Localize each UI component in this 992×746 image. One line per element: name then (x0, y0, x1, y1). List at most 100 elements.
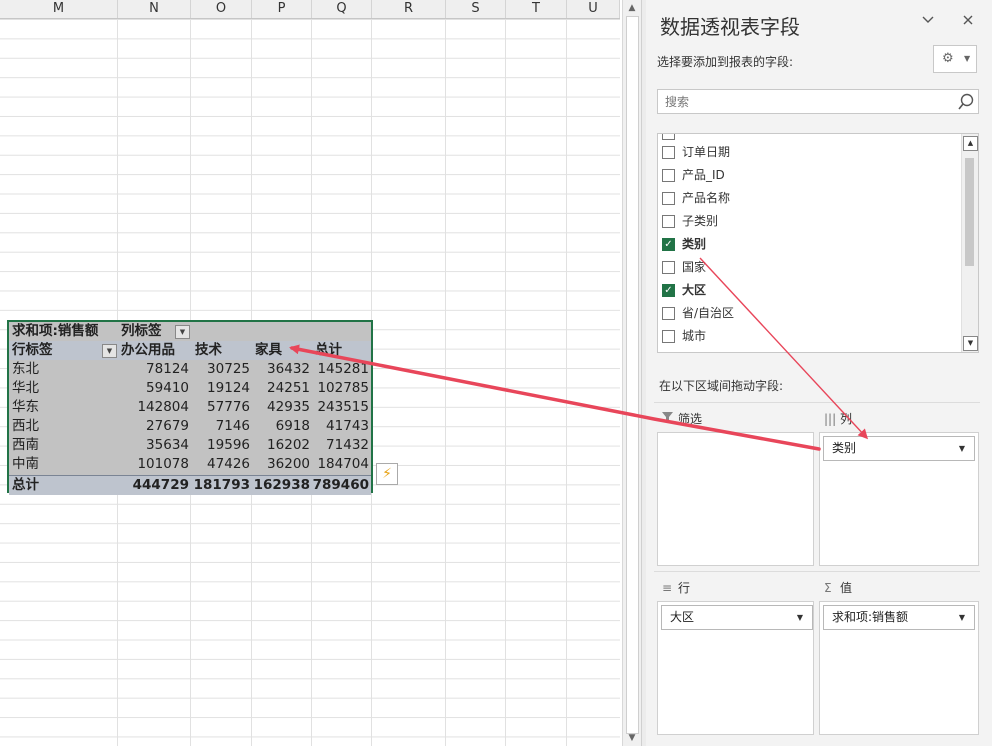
checkbox-icon[interactable] (662, 330, 675, 343)
pivot-value-cell: 24251 (267, 380, 310, 396)
scroll-thumb[interactable] (965, 158, 974, 266)
chip-label: 大区 (670, 610, 695, 624)
pivot-total-label: 总计 (12, 477, 39, 493)
panel-title: 数据透视表字段 (660, 15, 800, 39)
column-header-m[interactable]: M (0, 0, 118, 18)
column-header-q[interactable]: Q (312, 0, 372, 18)
pivot-table[interactable]: 求和项:销售额 列标签 ▼ 行标签 ▼ 办公用品 技术 家具 总计 东北 7812… (7, 320, 373, 495)
rows-icon: ≡ (662, 581, 673, 595)
pivot-total-row[interactable]: 总计 444729 181793 162938 789460 (9, 475, 371, 495)
column-header-o[interactable]: O (191, 0, 252, 18)
pivot-header-row-2: 行标签 ▼ 办公用品 技术 家具 总计 (9, 341, 371, 360)
chevron-down-icon[interactable]: ▼ (959, 437, 965, 460)
close-icon[interactable] (958, 12, 978, 32)
pivot-value-cell: 59410 (146, 380, 189, 396)
column-header-r[interactable]: R (372, 0, 446, 18)
field-label: 大区 (682, 283, 707, 297)
scroll-up-icon[interactable]: ▲ (963, 136, 978, 151)
pivot-data-row[interactable]: 华东 142804 57776 42935 243515 (9, 398, 371, 417)
tools-button[interactable]: ⚙ ▼ (933, 45, 977, 73)
pivot-column-label[interactable]: 列标签 (121, 322, 162, 341)
column-header-bar: M N O P Q R S T U (0, 0, 620, 19)
checkbox-checked-icon[interactable]: ✓ (662, 238, 675, 251)
chevron-down-icon[interactable] (918, 12, 938, 32)
field-label: 类别 (682, 237, 707, 251)
pivot-value-cell: 36432 (267, 361, 310, 377)
search-box[interactable] (657, 89, 979, 114)
pivot-region-label: 华北 (12, 380, 39, 396)
filter-icon (662, 409, 678, 429)
spreadsheet[interactable]: M N O P Q R S T U 求和项:销售额 列标签 ▼ 行标签 ▼ 办公… (0, 0, 620, 746)
checkbox-icon[interactable] (662, 169, 675, 182)
columns-area[interactable]: 类别 ▼ (819, 432, 979, 566)
checkbox-icon[interactable] (662, 146, 675, 159)
scroll-up-icon[interactable]: ▲ (623, 0, 641, 16)
pivot-data-row[interactable]: 西北 27679 7146 6918 41743 (9, 417, 371, 436)
pivot-col-header[interactable]: 家具 (255, 341, 282, 360)
field-list[interactable]: 订单日期 产品_ID 产品名称 子类别 ✓ 类别 国家 ✓ 大区 省/自治区 城市 ▲ ▼ (657, 133, 979, 353)
pivot-data-row[interactable]: 中南 101078 47426 36200 184704 (9, 455, 371, 474)
value-field-chip[interactable]: 求和项:销售额 ▼ (823, 605, 975, 630)
pivot-sum-label[interactable]: 求和项:销售额 (12, 322, 98, 341)
pivot-data-row[interactable]: 东北 78124 30725 36432 145281 (9, 360, 371, 379)
row-filter-dropdown-icon[interactable]: ▼ (102, 344, 117, 358)
filter-area-label: 筛选 (678, 412, 703, 426)
chevron-down-icon[interactable]: ▼ (959, 606, 965, 629)
drag-fields-label: 在以下区域间拖动字段: (659, 379, 784, 393)
pivot-value-cell: 35634 (146, 437, 189, 453)
quick-analysis-icon[interactable]: ⚡ (376, 463, 398, 485)
columns-area-header: ||| 列 (824, 409, 852, 429)
column-header-p[interactable]: P (252, 0, 312, 18)
chevron-down-icon[interactable]: ▼ (797, 606, 803, 629)
pivot-value-cell: 184704 (317, 456, 369, 472)
checkbox-checked-icon[interactable]: ✓ (662, 284, 675, 297)
checkbox-icon[interactable] (662, 192, 675, 205)
sheet-vertical-scrollbar[interactable]: ▲ ▼ (622, 0, 641, 746)
pivot-col-header[interactable]: 总计 (315, 341, 342, 360)
checkbox-icon[interactable] (662, 261, 675, 274)
pivot-col-header[interactable]: 技术 (195, 341, 222, 360)
pivot-data-row[interactable]: 华北 59410 19124 24251 102785 (9, 379, 371, 398)
pivot-header-row-1: 求和项:销售额 列标签 ▼ (9, 322, 371, 341)
pivot-row-label[interactable]: 行标签 (12, 341, 53, 360)
scroll-down-icon[interactable]: ▼ (623, 730, 641, 746)
filter-area[interactable] (657, 432, 814, 566)
row-field-chip[interactable]: 大区 ▼ (661, 605, 813, 630)
pivot-data-row[interactable]: 西南 35634 19596 16202 71432 (9, 436, 371, 455)
column-header-n[interactable]: N (118, 0, 191, 18)
pivot-region-label: 西北 (12, 418, 39, 434)
checkbox-icon[interactable] (662, 307, 675, 320)
search-input[interactable] (663, 94, 957, 110)
checkbox-icon[interactable] (662, 215, 675, 228)
search-icon[interactable] (957, 92, 975, 112)
pivot-total-value: 162938 (253, 477, 310, 493)
values-area[interactable]: 求和项:销售额 ▼ (819, 601, 979, 735)
checkbox (662, 134, 675, 140)
pivot-region-label: 东北 (12, 361, 39, 377)
chip-label: 类别 (832, 441, 857, 455)
pivot-value-cell: 142804 (137, 399, 189, 415)
pivot-value-cell: 102785 (317, 380, 369, 396)
scroll-thumb[interactable] (626, 16, 639, 734)
scroll-down-icon[interactable]: ▼ (963, 336, 978, 351)
rows-area-label: 行 (678, 581, 691, 595)
pivot-region-label: 西南 (12, 437, 39, 453)
gear-icon: ⚙ (942, 51, 954, 66)
column-field-chip[interactable]: 类别 ▼ (823, 436, 975, 461)
rows-area[interactable]: 大区 ▼ (657, 601, 814, 735)
pivot-value-cell: 101078 (137, 456, 189, 472)
pivot-value-cell: 36200 (267, 456, 310, 472)
column-filter-dropdown-icon[interactable]: ▼ (175, 325, 190, 339)
pivot-total-value: 444729 (132, 477, 189, 493)
column-header-s[interactable]: S (446, 0, 506, 18)
column-header-t[interactable]: T (506, 0, 567, 18)
pivot-value-cell: 243515 (317, 399, 369, 415)
sigma-icon: Σ (824, 581, 832, 595)
values-area-header: Σ值 (824, 578, 852, 598)
column-header-u[interactable]: U (567, 0, 620, 18)
pivot-col-header[interactable]: 办公用品 (121, 341, 175, 360)
pivot-value-cell: 30725 (207, 361, 250, 377)
pivot-total-value: 181793 (193, 477, 250, 493)
field-list-scrollbar[interactable]: ▲ ▼ (961, 134, 978, 352)
pivot-total-value: 789460 (312, 477, 369, 493)
